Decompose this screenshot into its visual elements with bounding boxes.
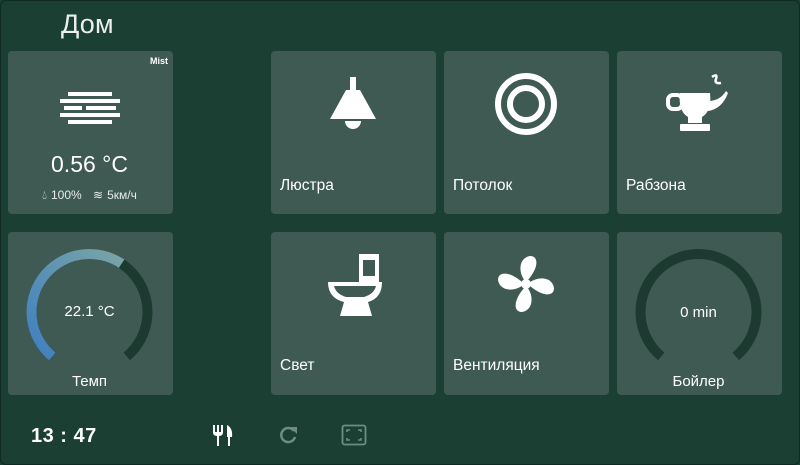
tile-light[interactable]: Свет (271, 232, 436, 395)
wind-icon: ≋ (93, 188, 104, 202)
tile-light-label: Свет (280, 357, 315, 374)
humidity-value: 100% (50, 188, 82, 202)
humidity-icon: 💧︎ (42, 188, 47, 202)
weather-meta: 💧︎ 100% ≋ 5км/ч (8, 188, 171, 203)
toilet-icon (326, 254, 386, 318)
tile-workzone[interactable]: Рабзона (617, 51, 782, 214)
bottom-bar (0, 414, 800, 460)
teapot-icon (666, 71, 732, 137)
boiler-gauge-tile[interactable]: 0 min Бойлер (617, 232, 782, 395)
fan-icon (494, 252, 558, 316)
tile-ceiling-label: Потолок (453, 177, 513, 194)
tile-ceiling[interactable]: Потолок (444, 51, 609, 214)
temperature-gauge-label: Темп (71, 373, 108, 390)
fog-icon (60, 92, 120, 126)
ring-light-icon (494, 72, 558, 136)
fullscreen-icon[interactable] (341, 424, 367, 446)
temperature-gauge-tile[interactable]: 22.1 °C Темп (8, 232, 173, 395)
weather-condition: Mist (150, 56, 168, 66)
temperature-gauge-value: 22.1 °C (64, 303, 115, 320)
page-title: Дом (61, 9, 114, 39)
ceiling-lamp-icon (328, 77, 378, 129)
outdoor-temperature: 0.56 °C (51, 151, 128, 177)
tile-ventilation-label: Вентиляция (453, 357, 540, 374)
tile-chandelier-label: Люстра (280, 177, 334, 194)
boiler-gauge-label: Бойлер (672, 373, 725, 390)
refresh-icon[interactable] (277, 424, 299, 446)
boiler-gauge-value: 0 min (680, 304, 717, 321)
weather-tile[interactable]: Mist 0.56 °C 💧︎ 100% ≋ 5км/ч (8, 51, 173, 214)
wind-value: 5км/ч (107, 188, 137, 202)
tile-ventilation[interactable]: Вентиляция (444, 232, 609, 395)
tile-chandelier[interactable]: Люстра (271, 51, 436, 214)
tile-workzone-label: Рабзона (626, 177, 686, 194)
clock: 13 : 47 (31, 425, 97, 447)
fork-knife-icon[interactable] (211, 424, 235, 448)
